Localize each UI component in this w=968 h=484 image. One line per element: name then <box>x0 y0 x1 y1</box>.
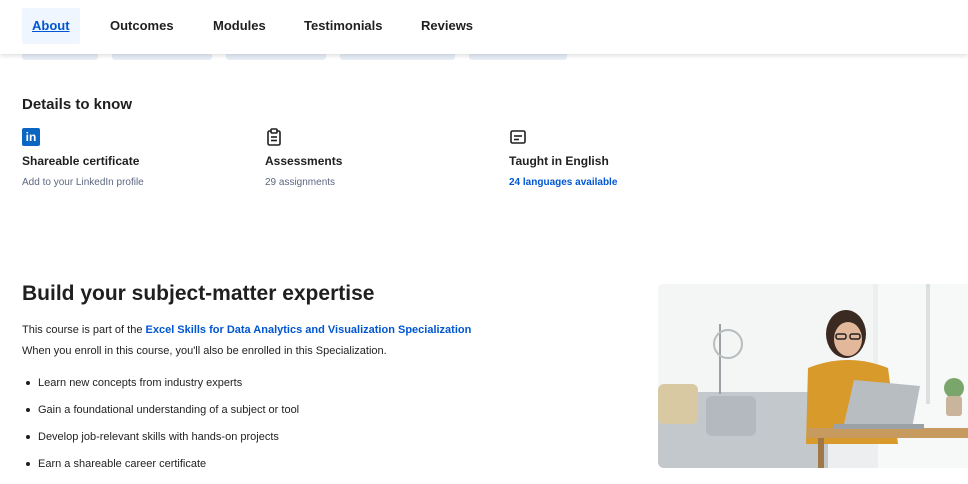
detail-certificate: in Shareable certificate Add to your Lin… <box>22 128 242 188</box>
detail-title: Assessments <box>265 154 343 168</box>
specialization-prefix: This course is part of the <box>22 324 146 336</box>
tab-modules[interactable]: Modules <box>203 8 276 44</box>
captions-icon <box>510 130 526 144</box>
detail-language: Taught in English 24 languages available <box>509 128 729 188</box>
specialization-line: This course is part of the Excel Skills … <box>22 324 471 336</box>
specialization-link[interactable]: Excel Skills for Data Analytics and Visu… <box>146 324 472 336</box>
detail-assessments: Assessments 29 assignments <box>265 128 485 188</box>
learner-illustration <box>658 284 968 468</box>
details-heading: Details to know <box>22 96 133 113</box>
list-item: Gain a foundational understanding of a s… <box>22 403 299 430</box>
expertise-heading: Build your subject-matter expertise <box>22 282 375 305</box>
tab-outcomes[interactable]: Outcomes <box>100 8 184 44</box>
detail-title: Taught in English <box>509 154 609 168</box>
clipboard-icon <box>267 128 281 146</box>
learner-photo <box>658 284 968 468</box>
tab-testimonials[interactable]: Testimonials <box>294 8 393 44</box>
enroll-note: When you enroll in this course, you'll a… <box>22 345 387 357</box>
languages-link[interactable]: 24 languages available <box>509 177 729 188</box>
benefits-list: Learn new concepts from industry experts… <box>22 376 299 484</box>
detail-subtitle: Add to your LinkedIn profile <box>22 177 144 188</box>
tab-reviews[interactable]: Reviews <box>411 8 483 44</box>
tab-about[interactable]: About <box>22 8 80 44</box>
detail-title: Shareable certificate <box>22 154 140 168</box>
course-tab-bar: About Outcomes Modules Testimonials Revi… <box>0 0 968 54</box>
list-item: Learn new concepts from industry experts <box>22 376 299 403</box>
linkedin-icon: in <box>22 128 40 146</box>
list-item: Develop job-relevant skills with hands-o… <box>22 430 299 457</box>
detail-subtitle: 29 assignments <box>265 177 336 188</box>
